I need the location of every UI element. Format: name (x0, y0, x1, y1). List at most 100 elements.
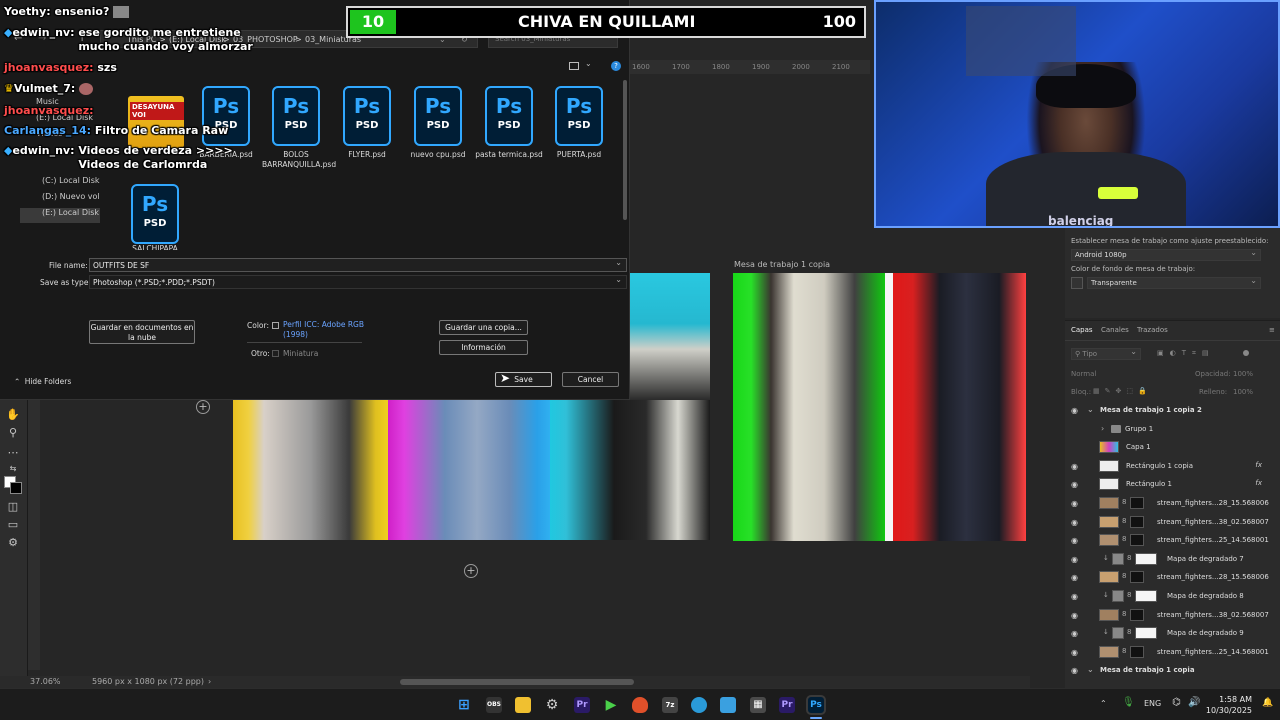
visibility-eye-icon[interactable]: ◉ (1071, 462, 1078, 471)
layer-row[interactable]: ◉ 8 stream_fighters...25_14.568001 (1065, 643, 1280, 661)
file-item[interactable]: Ps PSD pasta termica.psd (475, 86, 543, 182)
edge-icon[interactable] (691, 697, 707, 713)
chevron-down-icon[interactable]: ⌄ (1087, 405, 1094, 414)
visibility-eye-icon[interactable]: ◉ (1071, 611, 1078, 620)
layer-mask-thumbnail[interactable] (1135, 552, 1157, 565)
file-list-scrollbar[interactable] (623, 80, 627, 220)
visibility-eye-icon[interactable]: ◉ (1071, 518, 1078, 527)
link-icon[interactable]: 8 (1122, 647, 1126, 655)
view-toggle-icon[interactable] (569, 62, 579, 70)
layer-mask-thumbnail[interactable] (1130, 534, 1144, 547)
link-icon[interactable]: 8 (1122, 610, 1126, 618)
layer-row[interactable]: ◉ fx Rectángulo 1 (1065, 475, 1280, 493)
information-button[interactable]: Información (439, 340, 528, 355)
folder-thumbnail[interactable]: DESAYUNA VOI (128, 96, 184, 148)
layer-mask-thumbnail[interactable] (1130, 571, 1144, 584)
layer-row[interactable]: ◉ fx Rectángulo 1 copia (1065, 457, 1280, 475)
visibility-eye-icon[interactable]: ◉ (1071, 573, 1078, 582)
layer-effects-icon[interactable]: fx (1255, 461, 1262, 469)
plus-circle-icon[interactable]: + (464, 564, 478, 578)
layer-row[interactable]: ◉ 8 stream_fighters...28_15.568006 (1065, 568, 1280, 586)
language-indicator[interactable]: ENG (1144, 699, 1161, 708)
layer-row[interactable]: ◉ 8 stream_fighters...38_02.568007 (1065, 606, 1280, 624)
layer-row[interactable]: ◉ ⌄ Mesa de trabajo 1 copia (1065, 661, 1280, 679)
artboard-photo-red[interactable] (893, 273, 1026, 541)
link-icon[interactable]: 8 (1122, 498, 1126, 506)
tab-layers[interactable]: Capas (1071, 326, 1093, 334)
file-explorer-icon[interactable] (515, 697, 531, 713)
zoom-level[interactable]: 37.06% (30, 677, 61, 686)
clock[interactable]: 1:58 AM 10/30/2025 (1196, 694, 1252, 716)
calculator-icon[interactable]: ▦ (750, 697, 766, 713)
nav-e-drive-selected[interactable]: (E:) Local Disk (20, 208, 100, 223)
link-icon[interactable]: 8 (1127, 591, 1131, 599)
notification-bell-icon[interactable]: 🔔 (1262, 698, 1273, 708)
save-copy-button[interactable]: Guardar una copia... (439, 320, 528, 335)
artboard-photo-2[interactable] (388, 400, 550, 540)
quick-mask-icon[interactable]: ◫ (6, 500, 20, 514)
save-type-select[interactable]: Photoshop (*.PSD;*.PDD;*.PSDT) (89, 275, 627, 289)
app-icon[interactable]: 7z (662, 697, 678, 713)
plus-circle-icon[interactable]: + (196, 400, 210, 414)
layer-row[interactable]: ◉ ↓ 8 Mapa de degradado 8 (1065, 587, 1280, 605)
file-name-input[interactable]: OUTFITS DE SF (89, 258, 627, 272)
layer-mask-thumbnail[interactable] (1130, 515, 1144, 528)
hide-folders-toggle[interactable]: ⌃ Hide Folders (14, 377, 71, 386)
blend-mode[interactable]: Normal (1071, 370, 1096, 378)
layer-effects-icon[interactable]: fx (1255, 479, 1262, 487)
filter-toggle-icon[interactable] (1243, 350, 1249, 356)
file-item[interactable]: Ps PSD FLYER.psd (333, 86, 401, 182)
extra-tools-icon[interactable]: ⚙ (6, 536, 20, 550)
artboard-photo-1[interactable] (233, 400, 388, 540)
help-icon[interactable]: ? (611, 61, 621, 71)
layer-kind-filter[interactable]: ⚲ Tipo (1071, 347, 1141, 360)
link-icon[interactable]: 8 (1122, 572, 1126, 580)
layer-row[interactable]: ◉ ↓ 8 Mapa de degradado 7 (1065, 550, 1280, 568)
panel-menu-icon[interactable]: ≡ (1269, 326, 1275, 334)
tab-channels[interactable]: Canales (1101, 326, 1129, 334)
layer-row[interactable]: ◉ 8 stream_fighters...25_14.568001 (1065, 531, 1280, 549)
network-icon[interactable]: ⌬ (1172, 697, 1181, 708)
background-color-swatch[interactable] (10, 482, 22, 494)
artboard-photo-3-top[interactable] (630, 273, 710, 400)
app-icon[interactable]: OBS (486, 697, 502, 713)
file-item[interactable]: Ps PSD PUERTA.psd (545, 86, 613, 182)
screen-mode-icon[interactable]: ▭ (6, 518, 20, 532)
visibility-eye-icon[interactable]: ◉ (1071, 406, 1078, 415)
link-icon[interactable]: 8 (1122, 535, 1126, 543)
chevron-right-icon[interactable]: › (1101, 424, 1104, 433)
layer-row[interactable]: › Grupo 1 (1065, 420, 1280, 438)
horizontal-scrollbar[interactable] (400, 679, 634, 685)
fill-value[interactable]: 100% (1233, 388, 1253, 396)
layer-mask-thumbnail[interactable] (1130, 497, 1144, 509)
artboard-photo-3[interactable] (550, 400, 710, 540)
icc-profile-checkbox[interactable] (272, 322, 279, 329)
premiere-icon[interactable]: Pr (779, 697, 795, 713)
layer-mask-thumbnail[interactable] (1130, 608, 1144, 621)
windows-start-icon[interactable]: ⊞ (456, 697, 472, 713)
layer-mask-thumbnail[interactable] (1130, 645, 1144, 658)
file-item[interactable]: Ps PSD BOLOS BARRANQUILLA.psd (262, 86, 336, 182)
layer-row[interactable]: ◉ ⌄ Mesa de trabajo 1 copia 2 (1065, 401, 1280, 419)
zoom-tool-icon[interactable]: ⚲ (6, 426, 20, 440)
layer-filter-icons[interactable]: ▣◐T⌗▤ (1157, 349, 1215, 358)
artboard-label[interactable]: Mesa de trabajo 1 copia (734, 260, 830, 269)
status-arrow-icon[interactable]: › (208, 677, 211, 686)
preset-select[interactable]: Android 1080p (1071, 248, 1261, 261)
lock-icons[interactable]: ▦✎✥⬚🔒 (1093, 387, 1152, 395)
layer-row[interactable]: Capa 1 (1065, 438, 1280, 456)
link-icon[interactable]: 8 (1127, 628, 1131, 636)
nav-c-drive[interactable]: (C:) Local Disk (20, 176, 100, 191)
visibility-eye-icon[interactable]: ◉ (1071, 480, 1078, 489)
visibility-eye-icon[interactable]: ◉ (1071, 555, 1078, 564)
view-dropdown-icon[interactable]: ⌄ (585, 59, 592, 68)
opacity-value[interactable]: 100% (1233, 370, 1253, 378)
settings-gear-icon[interactable]: ⚙ (544, 697, 560, 713)
thumbnail-checkbox[interactable] (272, 350, 279, 357)
bg-color-select[interactable]: Transparente (1087, 276, 1261, 289)
tray-overflow-icon[interactable]: ⌃ (1100, 699, 1107, 708)
more-tools-icon[interactable]: ⋯ (6, 446, 20, 460)
layer-row[interactable]: ◉ 8 stream_fighters...38_02.568007 (1065, 513, 1280, 531)
play-app-icon[interactable]: ▶ (603, 697, 619, 713)
hand-tool-icon[interactable]: ✋ (6, 408, 20, 422)
